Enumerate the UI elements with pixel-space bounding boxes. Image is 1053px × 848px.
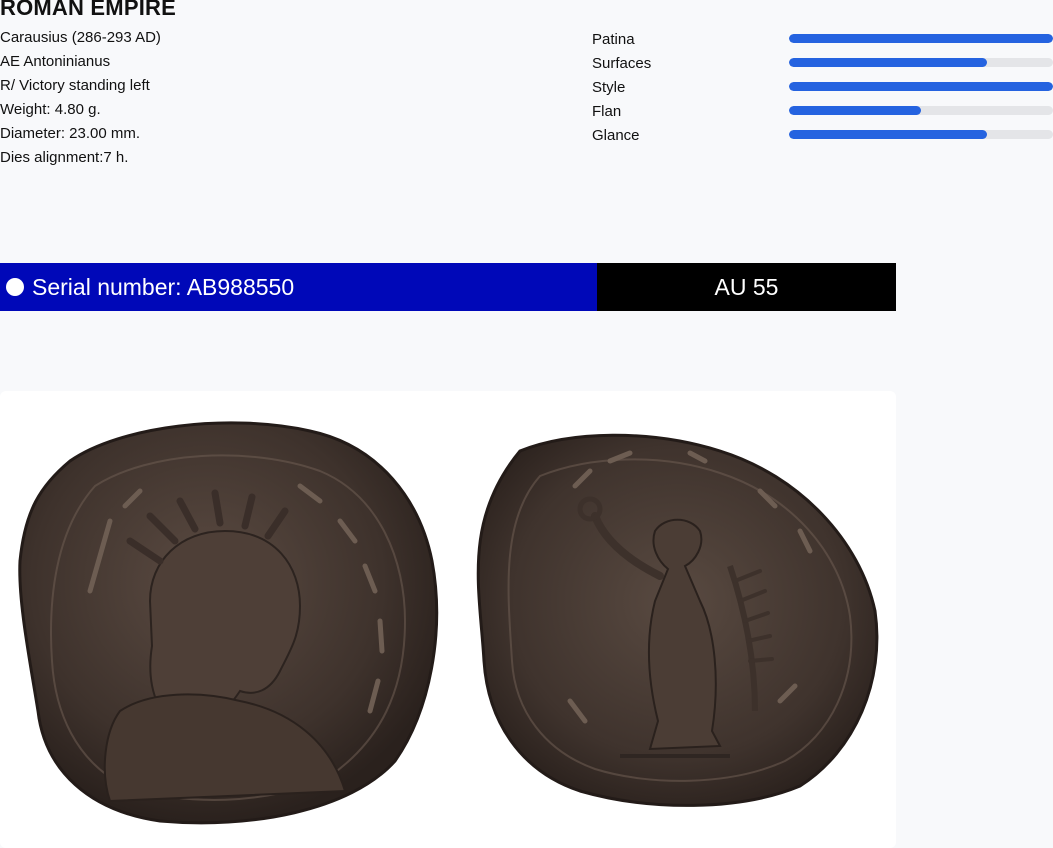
grade-label: Patina [592, 31, 635, 48]
grade-bar-fill [789, 130, 987, 139]
grade-ratings: Patina Surfaces Style Flan Glance [592, 28, 1053, 148]
grade-bar-fill [789, 82, 1053, 91]
grade-bar-fill [789, 34, 1053, 43]
coin-image-card [0, 391, 896, 848]
serial-number-panel: Serial number: AB988550 [0, 263, 597, 311]
spec-reverse: R/ Victory standing left [0, 77, 150, 94]
grade-row-surfaces: Surfaces [592, 52, 1053, 76]
coin-specs-list: Carausius (286-293 AD) AE Antoninianus R… [0, 26, 161, 170]
grade-bar-track [789, 58, 1053, 67]
coin-detail-page: ROMAN EMPIRE Carausius (286-293 AD) AE A… [0, 0, 1053, 848]
grade-bar-fill [789, 58, 987, 67]
spec-denomination: AE Antoninianus [0, 53, 111, 70]
grade-bar-track [789, 130, 1053, 139]
grade-bar-fill [789, 106, 921, 115]
serial-number: Serial number: AB988550 [32, 274, 295, 300]
spec-dies-alignment: Dies alignment:7 h. [0, 149, 129, 166]
spec-diameter: Diameter: 23.00 mm. [0, 125, 141, 142]
grade-bar-track [789, 34, 1053, 43]
grade-row-style: Style [592, 76, 1053, 100]
page-title: ROMAN EMPIRE [0, 0, 176, 20]
grade-row-patina: Patina [592, 28, 1053, 52]
grade-label: Glance [592, 127, 640, 144]
grade-value: AU 55 [714, 273, 779, 300]
circle-icon [6, 278, 24, 296]
grade-row-flan: Flan [592, 100, 1053, 124]
grade-bar-track [789, 106, 1053, 115]
coin-reverse-image [476, 433, 879, 807]
grade-label: Style [592, 79, 626, 96]
coin-photo [18, 421, 879, 825]
serial-banner: Serial number: AB988550 AU 55 [0, 263, 896, 311]
spec-weight: Weight: 4.80 g. [0, 101, 101, 118]
grade-label: Surfaces [592, 55, 652, 72]
grade-row-glance: Glance [592, 124, 1053, 148]
coin-obverse-image [18, 421, 439, 825]
grade-badge: AU 55 [597, 263, 896, 311]
grade-bar-track [789, 82, 1053, 91]
spec-ruler: Carausius (286-293 AD) [0, 29, 161, 46]
grade-label: Flan [592, 103, 622, 120]
